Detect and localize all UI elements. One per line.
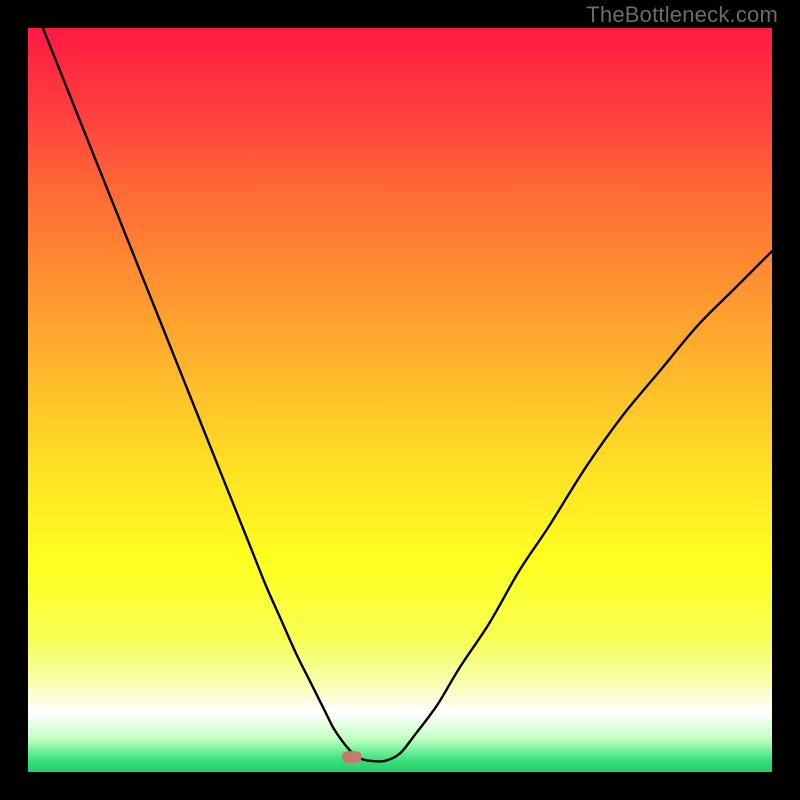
plot-area — [28, 28, 772, 772]
watermark-text: TheBottleneck.com — [586, 2, 778, 28]
gradient-background — [28, 28, 772, 772]
chart-frame: TheBottleneck.com — [0, 0, 800, 800]
bottleneck-chart — [28, 28, 772, 772]
min-marker — [342, 751, 362, 763]
